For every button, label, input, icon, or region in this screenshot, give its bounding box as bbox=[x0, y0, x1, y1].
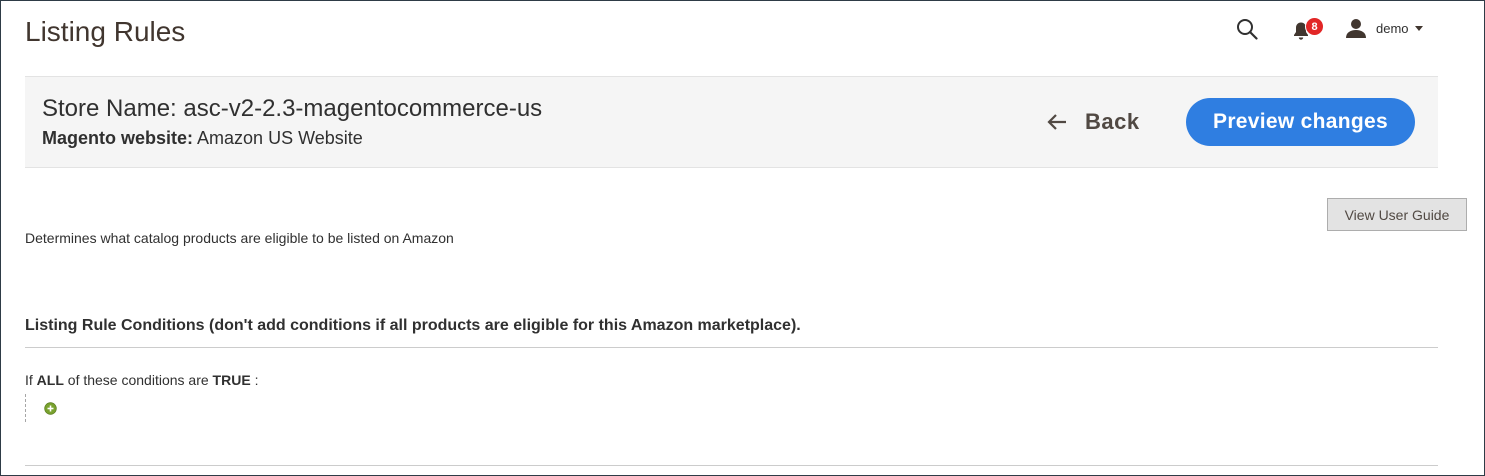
conditions-section-title: Listing Rule Conditions (don't add condi… bbox=[25, 317, 801, 334]
store-info-bar: Store Name: asc-v2-2.3-magentocommerce-u… bbox=[25, 76, 1438, 168]
page-description: Determines what catalog products are eli… bbox=[25, 230, 454, 246]
website-value: Amazon US Website bbox=[197, 128, 363, 148]
condition-tree-guide bbox=[25, 394, 26, 422]
arrow-left-icon bbox=[1047, 114, 1066, 130]
user-name: demo bbox=[1376, 20, 1409, 36]
preview-changes-button[interactable]: Preview changes bbox=[1186, 98, 1415, 146]
user-icon bbox=[1346, 19, 1366, 38]
page-title: Listing Rules bbox=[25, 16, 186, 47]
view-user-guide-button[interactable]: View User Guide bbox=[1327, 198, 1467, 231]
website-label: Magento website: bbox=[42, 128, 194, 148]
back-button[interactable]: Back bbox=[1047, 107, 1140, 137]
store-name: Store Name: asc-v2-2.3-magentocommerce-u… bbox=[42, 95, 543, 122]
magento-website: Magento website: Amazon US Website bbox=[42, 128, 363, 149]
conditions-middle-text: of these conditions are bbox=[67, 372, 209, 388]
conditions-suffix: : bbox=[254, 372, 259, 388]
user-account-menu[interactable]: demo bbox=[1345, 17, 1423, 39]
back-label: Back bbox=[1085, 109, 1140, 134]
search-icon[interactable] bbox=[1236, 18, 1258, 40]
notification-count-badge: 8 bbox=[1305, 17, 1324, 36]
aggregator-selector[interactable]: ALL bbox=[37, 372, 64, 388]
section-divider bbox=[25, 347, 1438, 348]
conditions-prefix: If bbox=[25, 372, 33, 388]
value-selector[interactable]: TRUE bbox=[213, 372, 251, 388]
chevron-down-icon bbox=[1414, 25, 1423, 31]
conditions-statement: If ALL of these conditions are TRUE : bbox=[25, 372, 258, 388]
bottom-divider bbox=[25, 465, 1438, 466]
add-condition-icon[interactable] bbox=[44, 402, 57, 415]
